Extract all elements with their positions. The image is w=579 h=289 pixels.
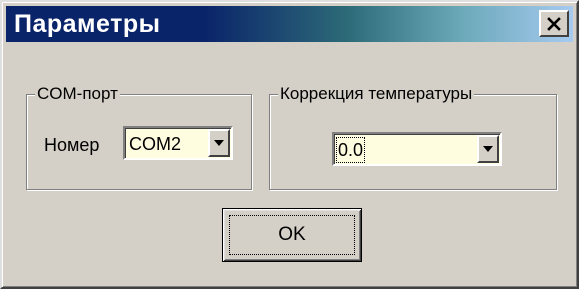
temperature-correction-group-label: Коррекция температуры bbox=[278, 84, 475, 104]
ok-button[interactable]: OK bbox=[222, 208, 362, 262]
temperature-correction-select[interactable]: 0.0 bbox=[332, 132, 502, 166]
temperature-correction-dropdown-button[interactable] bbox=[477, 135, 499, 163]
close-button[interactable] bbox=[539, 10, 569, 37]
chevron-down-icon bbox=[214, 140, 224, 146]
close-icon bbox=[547, 16, 561, 31]
temperature-correction-select-value: 0.0 bbox=[335, 137, 366, 163]
com-port-select[interactable]: COM2 bbox=[123, 126, 233, 160]
chevron-down-icon bbox=[483, 146, 493, 152]
com-port-select-value: COM2 bbox=[129, 134, 182, 154]
com-port-number-label: Номер bbox=[44, 135, 100, 155]
window-title: Параметры bbox=[14, 9, 161, 38]
com-port-group-label: COM-порт bbox=[35, 84, 120, 104]
com-port-dropdown-button[interactable] bbox=[208, 129, 230, 157]
ok-button-label: OK bbox=[278, 224, 306, 245]
title-bar[interactable]: Параметры bbox=[6, 6, 573, 42]
dialog-window: Параметры COM-порт Номер COM2 Коррекция … bbox=[0, 0, 579, 289]
